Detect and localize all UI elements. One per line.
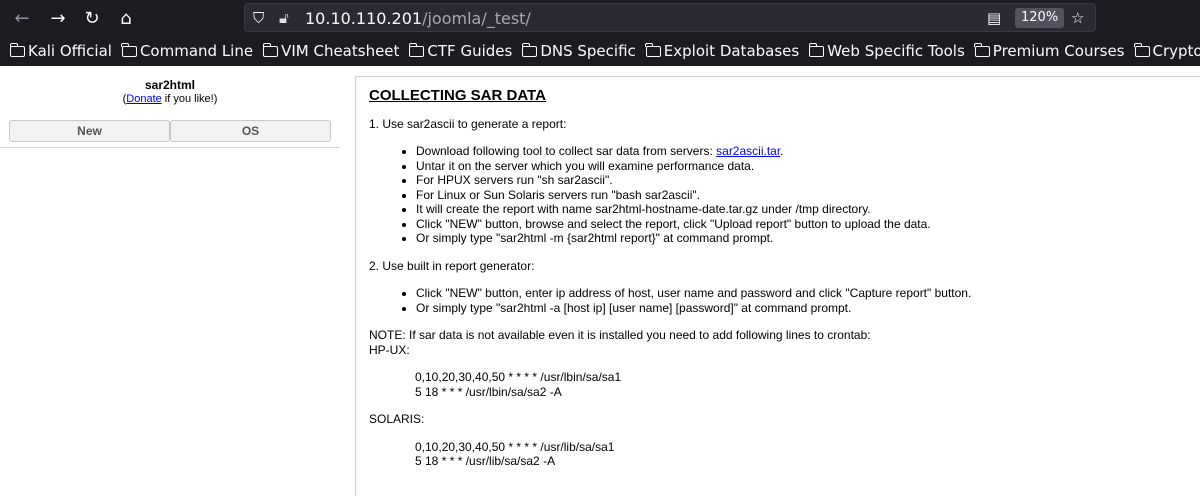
sar2ascii-link[interactable]: sar2ascii.tar — [716, 144, 780, 158]
insecure-lock-icon[interactable]: 🔓︎ — [279, 9, 289, 27]
list-item: Or simply type "sar2html -a [host ip] [u… — [416, 301, 1200, 316]
bookmark-label: DNS Specific — [540, 42, 635, 60]
crontab-note: NOTE: If sar data is not available even … — [369, 328, 1200, 343]
cron-line: 0,10,20,30,40,50 * * * * /usr/lib/sa/sa1 — [415, 440, 1200, 455]
hpux-cron-lines: 0,10,20,30,40,50 * * * * /usr/lbin/sa/sa… — [415, 370, 1200, 399]
sidebar-divider — [0, 147, 340, 148]
zoom-badge[interactable]: 120% — [1015, 8, 1064, 28]
sidebar-tabs: New OS — [9, 120, 331, 142]
url-host: 10.10.110.201 — [305, 9, 422, 28]
donate-line: (Donate if you like!) — [0, 93, 340, 105]
nav-toolbar: ← → ↻ ⌂ ⛉ 🔓︎ 10.10.110.201/joomla/_test/… — [0, 0, 1200, 36]
bookmark-label: Command Line — [140, 42, 253, 60]
bookmark-item[interactable]: Kali Official — [10, 42, 112, 60]
app-title: sar2html — [0, 78, 340, 92]
step1-label: 1. Use sar2ascii to generate a report: — [369, 117, 1200, 132]
browser-chrome: ← → ↻ ⌂ ⛉ 🔓︎ 10.10.110.201/joomla/_test/… — [0, 0, 1200, 66]
list-item: For HPUX servers run "sh sar2ascii". — [416, 173, 1200, 188]
donate-rest: if you like!) — [162, 93, 218, 105]
tab-os[interactable]: OS — [170, 120, 331, 142]
bookmark-item[interactable]: CTF Guides — [409, 42, 512, 60]
bookmark-label: VIM Cheatsheet — [281, 42, 399, 60]
list-item: Untar it on the server which you will ex… — [416, 159, 1200, 174]
cron-line: 5 18 * * * /usr/lbin/sa/sa2 -A — [415, 385, 1200, 400]
bookmark-star-icon[interactable]: ☆ — [1071, 9, 1084, 27]
folder-icon — [409, 46, 424, 57]
folder-icon — [522, 46, 537, 57]
solaris-label: SOLARIS: — [369, 412, 1200, 427]
back-arrow-icon[interactable]: ← — [10, 6, 34, 30]
bookmark-label: Web Specific Tools — [827, 42, 965, 60]
donate-link[interactable]: Donate — [126, 93, 161, 105]
url-text[interactable]: 10.10.110.201/joomla/_test/ — [305, 9, 531, 28]
main-content: COLLECTING SAR DATA 1. Use sar2ascii to … — [355, 76, 1200, 496]
bookmarks-toolbar: Kali Official Command Line VIM Cheatsheet C… — [0, 36, 1200, 66]
bookmark-item[interactable]: Exploit Databases — [646, 42, 799, 60]
folder-icon — [646, 46, 661, 57]
list-item: Or simply type "sar2html -m {sar2html re… — [416, 231, 1200, 246]
reload-icon[interactable]: ↻ — [80, 6, 104, 30]
folder-icon — [122, 46, 137, 57]
list-item: For Linux or Sun Solaris servers run "ba… — [416, 188, 1200, 203]
solaris-cron-lines: 0,10,20,30,40,50 * * * * /usr/lib/sa/sa1… — [415, 440, 1200, 469]
list-item: Click "NEW" button, enter ip address of … — [416, 286, 1200, 301]
reader-view-icon[interactable]: ▤ — [987, 9, 1001, 27]
list-item: It will create the report with name sar2… — [416, 202, 1200, 217]
tab-new[interactable]: New — [9, 120, 170, 142]
folder-icon — [263, 46, 278, 57]
bookmark-item[interactable]: Premium Courses — [975, 42, 1125, 60]
cron-line: 5 18 * * * /usr/lib/sa/sa2 -A — [415, 454, 1200, 469]
folder-icon — [1135, 46, 1150, 57]
bookmark-label: Kali Official — [28, 42, 112, 60]
page-content: sar2html (Donate if you like!) New OS CO… — [0, 66, 1200, 486]
bookmark-label: Cryptography — [1153, 42, 1200, 60]
step1-list: Download following tool to collect sar d… — [416, 144, 1200, 246]
sidebar: sar2html (Donate if you like!) New OS — [0, 66, 340, 486]
bookmark-item[interactable]: VIM Cheatsheet — [263, 42, 399, 60]
url-bar[interactable]: ⛉ 🔓︎ 10.10.110.201/joomla/_test/ ▤ 120% … — [244, 3, 1096, 32]
step2-label: 2. Use built in report generator: — [369, 259, 1200, 274]
forward-arrow-icon[interactable]: → — [46, 6, 70, 30]
step2-list: Click "NEW" button, enter ip address of … — [416, 286, 1200, 315]
list-item: Download following tool to collect sar d… — [416, 144, 1200, 159]
folder-icon — [10, 46, 25, 57]
home-icon[interactable]: ⌂ — [114, 6, 138, 30]
hpux-label: HP-UX: — [369, 343, 1200, 358]
bookmark-label: Premium Courses — [993, 42, 1125, 60]
bookmark-label: CTF Guides — [427, 42, 512, 60]
page-title: COLLECTING SAR DATA — [369, 89, 1200, 104]
folder-icon — [975, 46, 990, 57]
bookmark-item[interactable]: Cryptography — [1135, 42, 1200, 60]
list-item-text: Download following tool to collect sar d… — [416, 144, 716, 158]
cron-line: 0,10,20,30,40,50 * * * * /usr/lbin/sa/sa… — [415, 370, 1200, 385]
bookmark-label: Exploit Databases — [664, 42, 799, 60]
folder-icon — [809, 46, 824, 57]
bookmark-item[interactable]: DNS Specific — [522, 42, 635, 60]
link-suffix: . — [780, 144, 783, 158]
list-item: Click "NEW" button, browse and select th… — [416, 217, 1200, 232]
url-path: /joomla/_test/ — [422, 9, 531, 28]
bookmark-item[interactable]: Command Line — [122, 42, 253, 60]
shield-icon[interactable]: ⛉ — [253, 9, 264, 27]
bookmark-item[interactable]: Web Specific Tools — [809, 42, 965, 60]
